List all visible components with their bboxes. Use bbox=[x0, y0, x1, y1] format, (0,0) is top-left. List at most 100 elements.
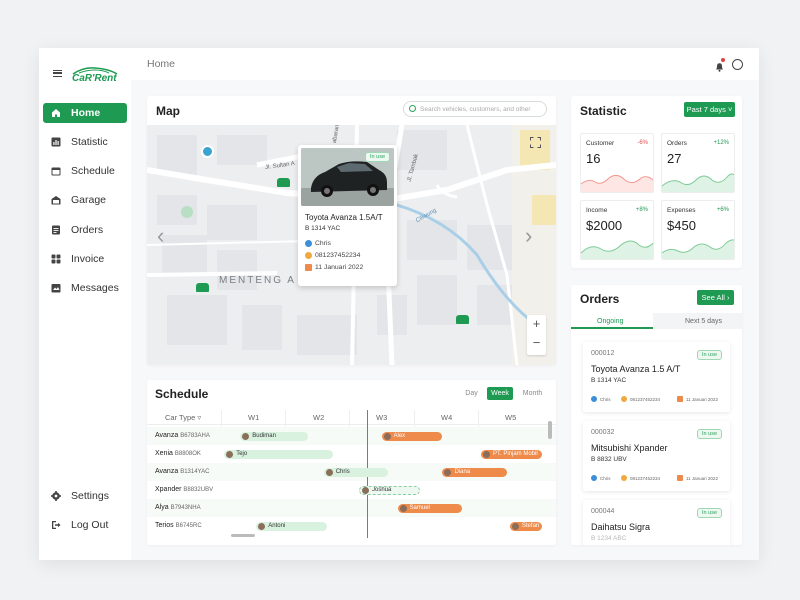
clipboard-icon bbox=[51, 225, 61, 235]
stat-value: $2000 bbox=[586, 218, 623, 233]
avatar bbox=[399, 504, 407, 512]
booking-bar[interactable]: Diana bbox=[442, 467, 507, 477]
sidebar-item-garage[interactable]: Garage bbox=[43, 190, 127, 210]
stat-tile-orders: Orders +12% 27 bbox=[661, 133, 735, 193]
customer-name: Chris bbox=[315, 240, 331, 247]
order-customer: Chris bbox=[591, 396, 611, 402]
statistic-title: Statistic bbox=[580, 104, 627, 118]
order-item[interactable]: 000044 In use Daihatsu Sigra B 1234 ABC bbox=[583, 500, 730, 545]
order-id: 000044 bbox=[591, 508, 615, 515]
home-icon bbox=[51, 108, 61, 118]
messages-icon bbox=[51, 283, 61, 293]
avatar bbox=[242, 432, 250, 440]
vehicle-popup[interactable]: In use Toyota Avanza 1.5A/T B 1314 YAC C… bbox=[298, 145, 397, 286]
map-view[interactable]: Jl. Sultan A Jl. Tambak Ciliwung abaran … bbox=[147, 125, 556, 365]
booking-name: Alex bbox=[393, 433, 406, 439]
zoom-in-button[interactable]: + bbox=[527, 316, 546, 331]
statistic-card: Statistic Past 7 days ˅ Customer -6% 16 … bbox=[571, 96, 742, 268]
booking-bar[interactable]: Samuel bbox=[397, 503, 462, 513]
order-item[interactable]: 000012 In use Toyota Avanza 1.5 A/T B 13… bbox=[583, 342, 730, 412]
sidebar-item-label: Messages bbox=[71, 282, 119, 294]
booking-bar[interactable]: Chris bbox=[323, 467, 388, 477]
status-badge: In use bbox=[365, 152, 390, 162]
order-customer: Chris bbox=[591, 475, 611, 481]
sparkline bbox=[662, 173, 734, 192]
see-all-button[interactable]: See All › bbox=[697, 290, 734, 305]
header-divider bbox=[147, 424, 556, 425]
chevron-left-icon[interactable]: ‹ bbox=[157, 223, 164, 249]
booking-name: PT. Pinjam Mobil bbox=[493, 451, 538, 457]
row-car-label: Avanza B1314YAC bbox=[155, 468, 210, 475]
schedule-title: Schedule bbox=[155, 387, 209, 401]
booking-bar[interactable]: Tejo bbox=[224, 449, 334, 459]
sidebar-item-statistic[interactable]: Statistic bbox=[43, 132, 127, 152]
avatar bbox=[226, 450, 234, 458]
week-header: W5 bbox=[505, 413, 517, 422]
booking-name: Stefan bbox=[521, 523, 540, 529]
view-month-button[interactable]: Month bbox=[518, 387, 547, 400]
orders-title: Orders bbox=[580, 292, 620, 306]
sidebar-item-settings[interactable]: Settings bbox=[43, 486, 127, 506]
stat-value: $450 bbox=[667, 218, 696, 233]
sidebar-item-invoice[interactable]: Invoice bbox=[43, 249, 127, 269]
location-pin-icon[interactable] bbox=[201, 145, 214, 158]
search-input[interactable]: Search vehicles, customers, and other bbox=[403, 101, 547, 117]
booking-name: Tejo bbox=[236, 451, 248, 457]
sidebar-item-label: Garage bbox=[71, 194, 107, 206]
bell-icon[interactable] bbox=[715, 58, 725, 72]
order-plate: B 1314 YAC bbox=[591, 377, 627, 384]
stat-change: +12% bbox=[713, 140, 729, 146]
booking-bar[interactable]: Alex bbox=[381, 431, 443, 441]
map-title: Map bbox=[156, 104, 180, 118]
sidebar-item-logout[interactable]: Log Out bbox=[43, 515, 127, 535]
avatar bbox=[325, 468, 333, 476]
chevron-right-icon[interactable]: › bbox=[525, 223, 532, 249]
week-header: W3 bbox=[376, 413, 388, 422]
invoice-icon bbox=[51, 254, 61, 264]
order-phone: 081237452234 bbox=[621, 396, 660, 402]
avatar bbox=[362, 486, 370, 494]
map-card: Map Search vehicles, customers, and othe… bbox=[147, 96, 556, 365]
schedule-row bbox=[147, 517, 556, 535]
logo: CaR'Rent bbox=[69, 64, 121, 86]
row-car-label: Xpander B8832UBV bbox=[155, 486, 214, 493]
bar-chart-icon bbox=[51, 137, 61, 147]
avatar bbox=[258, 522, 266, 530]
user-icon bbox=[591, 396, 597, 402]
car-marker-icon[interactable] bbox=[196, 283, 209, 292]
vertical-scrollbar[interactable] bbox=[548, 421, 552, 439]
car-type-header[interactable]: Car Type ▿ bbox=[165, 413, 201, 422]
view-week-button[interactable]: Week bbox=[487, 387, 513, 400]
menu-icon[interactable] bbox=[53, 70, 62, 77]
calendar-icon bbox=[677, 475, 683, 481]
horizontal-scrollbar[interactable] bbox=[231, 534, 255, 537]
stat-change: -6% bbox=[637, 140, 648, 146]
sidebar-item-home[interactable]: Home bbox=[43, 103, 127, 123]
booking-bar[interactable]: Stefan bbox=[509, 521, 542, 531]
fullscreen-icon[interactable] bbox=[530, 137, 541, 148]
booking-bar[interactable]: Budiman bbox=[240, 431, 308, 441]
sidebar: CaR'Rent Home Statistic Schedule Garage bbox=[39, 48, 131, 560]
schedule-row bbox=[147, 499, 556, 517]
car-marker-icon[interactable] bbox=[277, 178, 290, 187]
car-marker-icon[interactable] bbox=[456, 315, 469, 324]
sidebar-item-messages[interactable]: Messages bbox=[43, 278, 127, 298]
sidebar-item-label: Settings bbox=[71, 490, 109, 502]
sidebar-item-orders[interactable]: Orders bbox=[43, 220, 127, 240]
date-range-dropdown[interactable]: Past 7 days ˅ bbox=[684, 102, 735, 117]
booking-bar[interactable]: PT. Pinjam Mobil bbox=[481, 449, 542, 459]
car-name: Toyota Avanza 1.5A/T bbox=[305, 213, 383, 222]
row-car-label: Avanza B6783AHA bbox=[155, 432, 210, 439]
tab-ongoing[interactable]: Ongoing bbox=[571, 313, 653, 329]
sidebar-item-schedule[interactable]: Schedule bbox=[43, 161, 127, 181]
view-day-button[interactable]: Day bbox=[460, 387, 483, 400]
phone-icon bbox=[621, 396, 627, 402]
tab-next-5-days[interactable]: Next 5 days bbox=[653, 313, 742, 329]
user-avatar-icon[interactable] bbox=[732, 59, 743, 70]
order-item[interactable]: 000032 In use Mitsubishi Xpander B 8832 … bbox=[583, 421, 730, 491]
zoom-out-button[interactable]: − bbox=[527, 335, 546, 350]
booking-bar[interactable]: Antoni bbox=[256, 521, 327, 531]
booking-bar[interactable]: Joshua bbox=[359, 485, 420, 495]
order-phone: 081237452234 bbox=[621, 475, 660, 481]
booking-name: Diana bbox=[454, 469, 471, 475]
